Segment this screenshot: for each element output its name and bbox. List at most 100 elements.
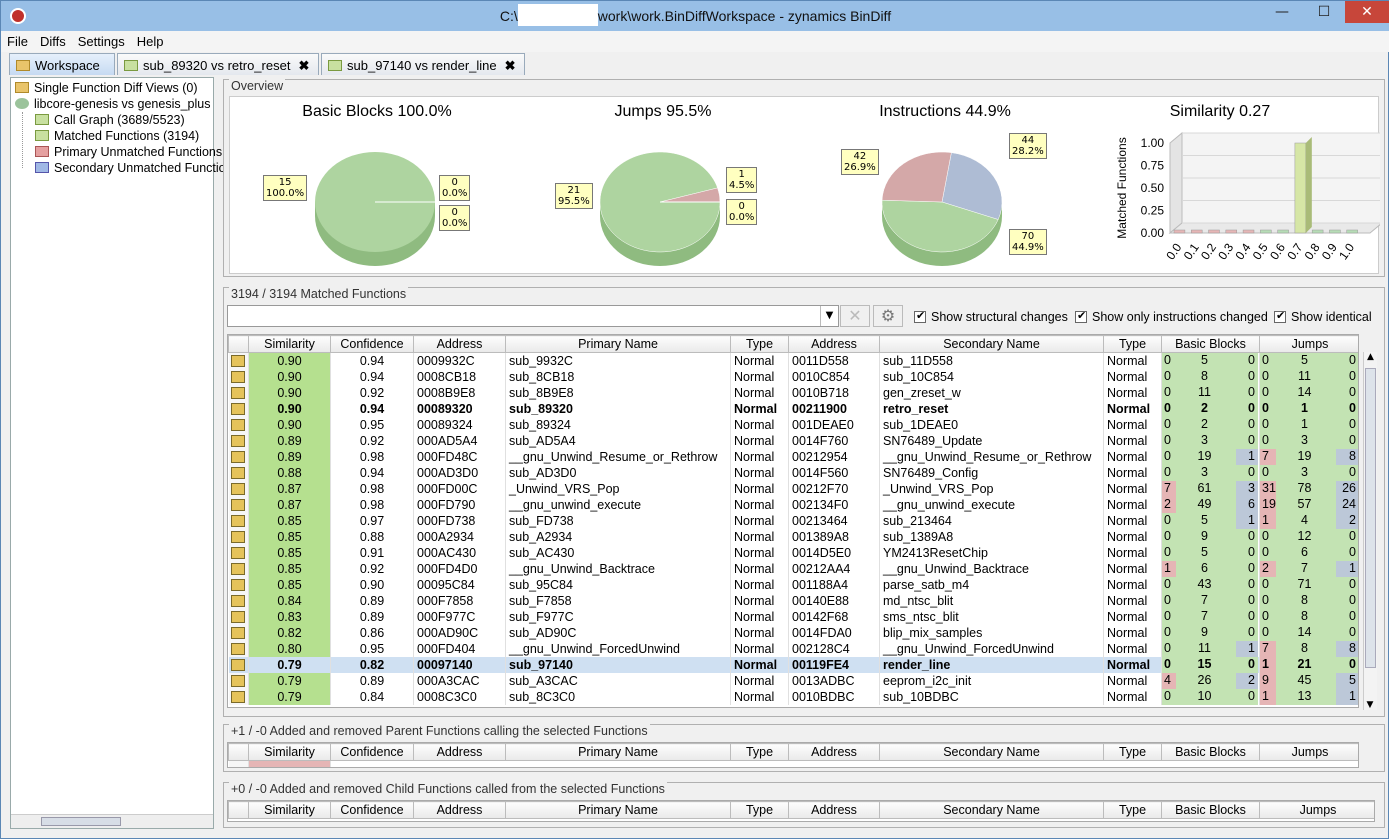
column-header-basic-blocks[interactable]: Basic Blocks xyxy=(1161,801,1260,819)
clear-filter-button[interactable]: ✕ xyxy=(840,305,870,327)
menu-file[interactable]: File xyxy=(1,31,34,49)
column-header-address[interactable]: Address xyxy=(788,335,880,353)
count-value: 5 xyxy=(1176,353,1236,369)
column-header-type[interactable]: Type xyxy=(1103,743,1162,761)
column-header-address[interactable]: Address xyxy=(788,743,880,761)
column-header-primary-name[interactable]: Primary Name xyxy=(505,801,731,819)
tree-single-function-views[interactable]: Single Function Diff Views (0) xyxy=(15,81,198,95)
cell-confidence: 0.94 xyxy=(330,352,414,369)
column-header-secondary-name[interactable]: Secondary Name xyxy=(879,743,1104,761)
checkbox[interactable] xyxy=(1274,309,1286,323)
table-row[interactable]: 0.89 0.92 000AD5A4 sub_AD5A4 Normal 0014F760 S… xyxy=(228,433,1358,449)
table-row[interactable]: 0.79 0.84 0008C3C0 sub_8C3C0 Normal 0010BDBC s… xyxy=(228,689,1358,705)
table-row[interactable]: 0.89 0.98 000FD48C __gnu_Unwind_Resume_or_R… xyxy=(228,449,1358,465)
column-header-type[interactable]: Type xyxy=(730,743,789,761)
show-instructions-changed[interactable]: Show only instructions changed xyxy=(1075,309,1268,324)
count-value: 0 xyxy=(1336,625,1358,641)
checkbox[interactable] xyxy=(1075,309,1087,323)
table-vertical-scrollbar[interactable]: ▲ ▼ xyxy=(1363,352,1377,710)
column-header-address[interactable]: Address xyxy=(413,743,506,761)
table-row[interactable]: 0.87 0.98 000FD00C _Unwind_VRS_Pop Normal 002… xyxy=(228,481,1358,497)
column-header-similarity[interactable]: Similarity xyxy=(248,743,331,761)
close-tab-icon[interactable]: ✖ xyxy=(505,58,516,73)
maximize-button[interactable]: ☐ xyxy=(1309,1,1339,23)
show-identical[interactable]: Show identical xyxy=(1274,309,1372,324)
count-value: 0 xyxy=(1236,401,1258,417)
cell-similarity: 0.89 xyxy=(248,449,331,465)
show-structural-changes[interactable]: Show structural changes xyxy=(914,309,1068,324)
callgraph-icon xyxy=(328,60,342,71)
gear-icon[interactable]: ⚙ xyxy=(873,305,903,327)
y-tick-label: 0.75 xyxy=(1141,159,1165,173)
tab-sub97140[interactable]: sub_97140 vs render_line ✖ xyxy=(321,53,525,75)
column-header-jumps[interactable]: Jumps xyxy=(1259,335,1358,353)
table-row[interactable]: 0.88 0.94 000AD3D0 sub_AD3D0 Normal 0014F560 S… xyxy=(228,465,1358,481)
table-row[interactable]: 0.90 0.94 00089320 sub_89320 Normal 00211900 r… xyxy=(228,401,1358,417)
column-header-basic-blocks[interactable]: Basic Blocks xyxy=(1161,743,1260,761)
table-row[interactable]: 0.85 0.90 00095C84 sub_95C84 Normal 001188A4 p… xyxy=(228,577,1358,593)
cell-jumps: 080 xyxy=(1259,593,1358,609)
close-tab-icon[interactable]: ✖ xyxy=(298,58,309,73)
tree-diff-root[interactable]: libcore-genesis vs genesis_plus xyxy=(15,97,210,111)
close-button[interactable]: ✕ xyxy=(1345,1,1389,23)
filter-combo[interactable]: ▼ xyxy=(227,305,839,327)
table-row[interactable]: 0.90 0.94 0009932C sub_9932C Normal 0011D558 s… xyxy=(228,352,1358,369)
column-header-type[interactable]: Type xyxy=(730,335,789,353)
column-header-type[interactable]: Type xyxy=(1103,801,1162,819)
column-header-primary-name[interactable]: Primary Name xyxy=(505,335,731,353)
tree-matched-functions[interactable]: Matched Functions (3194) xyxy=(35,129,199,143)
column-header-address[interactable]: Address xyxy=(788,801,880,819)
chevron-down-icon[interactable]: ▼ xyxy=(820,306,838,326)
column-header-similarity[interactable]: Similarity xyxy=(248,801,331,819)
table-row[interactable]: 0.90 0.92 0008B9E8 sub_8B9E8 Normal 0010B718 g… xyxy=(228,385,1358,401)
cell-address: 000FD00C xyxy=(413,481,506,497)
minimize-button[interactable]: — xyxy=(1267,1,1297,23)
table-row[interactable]: 0.90 0.95 00089324 sub_89324 Normal 001DEAE0 s… xyxy=(228,417,1358,433)
column-header-jumps[interactable]: Jumps xyxy=(1259,743,1358,761)
table-row[interactable]: 0.90 0.94 0008CB18 sub_8CB18 Normal 0010C854 s… xyxy=(228,369,1358,385)
column-header-address[interactable]: Address xyxy=(413,801,506,819)
tree-secondary-unmatched[interactable]: Secondary Unmatched Functions xyxy=(35,161,239,175)
chart-wall xyxy=(1169,131,1183,235)
match-type-icon xyxy=(231,579,246,591)
table-row[interactable]: 0.79 0.82 00097140 sub_97140 Normal 00119FE4 r… xyxy=(228,657,1358,673)
tab-sub89320[interactable]: sub_89320 vs retro_reset ✖ xyxy=(117,53,319,75)
menu-help[interactable]: Help xyxy=(131,31,170,49)
column-header-confidence[interactable]: Confidence xyxy=(330,335,414,353)
table-row[interactable]: 0.85 0.92 000FD4D0 __gnu_Unwind_Backtrace No… xyxy=(228,561,1358,577)
table-row[interactable]: 0.85 0.91 000AC430 sub_AC430 Normal 0014D5E0 Y… xyxy=(228,545,1358,561)
table-row[interactable]: 0.80 0.95 000FD404 __gnu_Unwind_ForcedUnwin… xyxy=(228,641,1358,657)
scroll-down-icon[interactable]: ▼ xyxy=(1364,700,1376,710)
scroll-up-icon[interactable]: ▲ xyxy=(1364,352,1377,362)
column-header-jumps[interactable]: Jumps xyxy=(1259,801,1374,819)
count-value: 21 xyxy=(1276,657,1336,673)
column-header-confidence[interactable]: Confidence xyxy=(330,801,414,819)
tab-workspace[interactable]: Workspace xyxy=(9,53,115,75)
column-header-confidence[interactable]: Confidence xyxy=(330,743,414,761)
checkbox[interactable] xyxy=(914,309,926,323)
table-row[interactable]: 0.84 0.89 000F7858 sub_F7858 Normal 00140E88 m… xyxy=(228,593,1358,609)
column-header-type[interactable]: Type xyxy=(730,801,789,819)
cell-secondary-name: _Unwind_VRS_Pop xyxy=(879,481,1104,497)
column-header-primary-name[interactable]: Primary Name xyxy=(505,743,731,761)
table-row[interactable]: 0.82 0.86 000AD90C sub_AD90C Normal 0014FDA0 b… xyxy=(228,625,1358,641)
table-row[interactable]: 0.85 0.97 000FD738 sub_FD738 Normal 00213464 s… xyxy=(228,513,1358,529)
table-row[interactable]: 0.85 0.88 000A2934 sub_A2934 Normal 001389A8 s… xyxy=(228,529,1358,545)
tree-horizontal-scrollbar[interactable] xyxy=(11,814,213,828)
column-header-address[interactable]: Address xyxy=(413,335,506,353)
cell-type: Normal xyxy=(730,385,789,401)
scroll-thumb[interactable] xyxy=(41,817,121,826)
table-row[interactable]: 0.79 0.89 000A3CAC sub_A3CAC Normal 0013ADBC e… xyxy=(228,673,1358,689)
column-header-secondary-name[interactable]: Secondary Name xyxy=(879,335,1104,353)
tree-primary-unmatched[interactable]: Primary Unmatched Functions xyxy=(35,145,222,159)
table-row[interactable]: 0.83 0.89 000F977C sub_F977C Normal 00142F68 s… xyxy=(228,609,1358,625)
scroll-thumb[interactable] xyxy=(1365,368,1376,668)
menu-diffs[interactable]: Diffs xyxy=(34,31,72,49)
table-row[interactable]: 0.87 0.98 000FD790 __gnu_unwind_execute Norm… xyxy=(228,497,1358,513)
menu-settings[interactable]: Settings xyxy=(72,31,131,49)
tree-call-graph[interactable]: Call Graph (3689/5523) xyxy=(35,113,185,127)
column-header-type[interactable]: Type xyxy=(1103,335,1162,353)
column-header-basic-blocks[interactable]: Basic Blocks xyxy=(1161,335,1260,353)
column-header-secondary-name[interactable]: Secondary Name xyxy=(879,801,1104,819)
column-header-similarity[interactable]: Similarity xyxy=(248,335,331,353)
